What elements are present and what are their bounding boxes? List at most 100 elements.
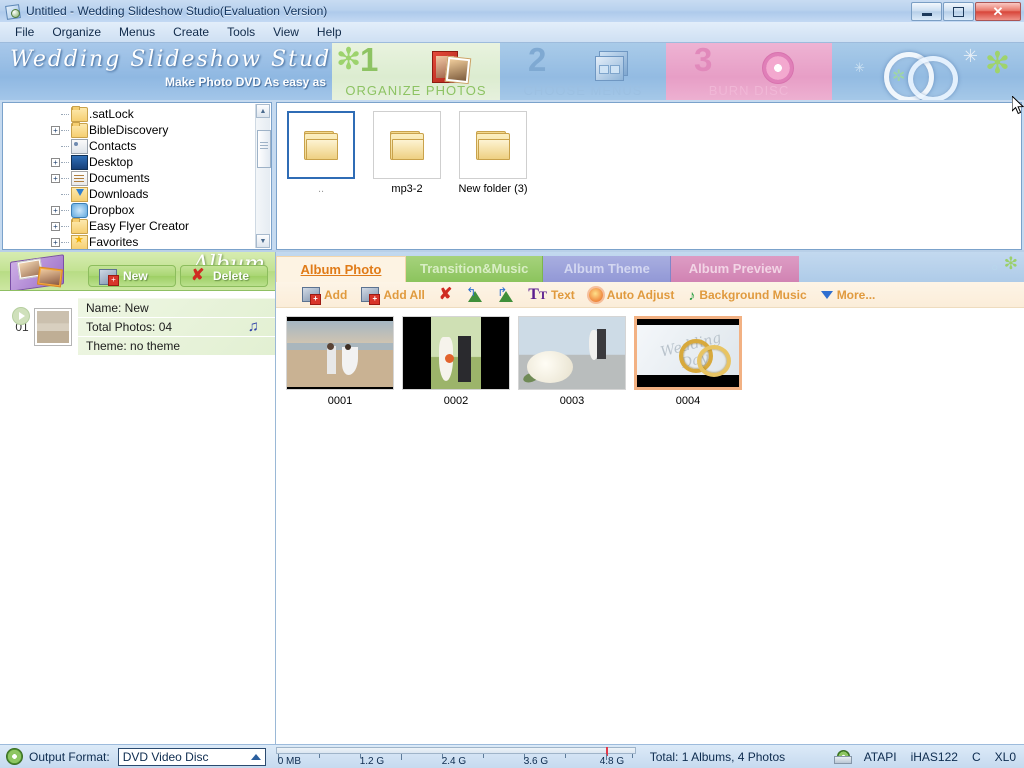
tab-transition-music[interactable]: Transition&Music [406, 256, 544, 282]
tab-decoration: ✻ ○ [960, 254, 1020, 278]
menu-bar: File Organize Menus Create Tools View He… [0, 22, 1024, 43]
tree-item-biblediscovery[interactable]: + BibleDiscovery [3, 121, 256, 138]
album-book-icon [6, 254, 78, 290]
photo-art-beach-couple [287, 317, 393, 389]
menus-icon [595, 51, 628, 81]
album-list: 01 Name: New Total Photos: 04 Theme: no … [0, 291, 275, 744]
expander-icon[interactable]: + [51, 237, 60, 247]
music-note-icon: ♪ [688, 286, 696, 303]
add-all-button[interactable]: + Add All [361, 286, 425, 305]
tree-item-contacts[interactable]: Contacts [3, 138, 256, 154]
browse-workspace: .satLock + BibleDiscovery Contacts + Des… [0, 100, 1024, 252]
drive-interface: ATAPI [863, 749, 897, 764]
album-name: Name: New [78, 299, 275, 318]
menu-create[interactable]: Create [164, 23, 218, 41]
tab-album-theme[interactable]: Album Theme [543, 256, 672, 282]
tab-album-photo[interactable]: Album Photo [276, 256, 406, 282]
tree-item-downloads[interactable]: Downloads [3, 186, 256, 202]
play-album-icon[interactable] [12, 307, 30, 325]
mouse-cursor [1012, 96, 1024, 116]
delete-photo-button[interactable]: ✘ [439, 286, 452, 302]
photo-thumbnail[interactable] [402, 316, 510, 390]
album-list-item[interactable]: 01 Name: New Total Photos: 04 Theme: no … [0, 298, 275, 356]
folder-thumbnail [373, 111, 441, 179]
more-button[interactable]: More... [820, 288, 875, 302]
photo-item[interactable]: 0003 [514, 316, 630, 407]
scrollbar-thumb[interactable] [257, 130, 271, 168]
step-organize-photos[interactable]: ✻ 1 ORGANIZE PHOTOS [332, 43, 500, 100]
gauge-tick-2: 2.4 G [441, 755, 467, 767]
close-button[interactable]: ✕ [975, 2, 1021, 21]
expander-icon[interactable]: + [51, 221, 60, 231]
photo-item[interactable]: 0001 [282, 316, 398, 407]
text-tt-icon: TT [528, 285, 547, 303]
menu-help[interactable]: Help [308, 23, 351, 41]
menu-tools[interactable]: Tools [218, 23, 264, 41]
output-format-select[interactable]: DVD Video Disc [117, 747, 266, 766]
add-button[interactable]: + Add [302, 286, 347, 305]
flower-icon: ✻ [1003, 254, 1018, 273]
menu-view[interactable]: View [264, 23, 308, 41]
background-music-button[interactable]: ♪ Background Music [688, 288, 806, 302]
photo-item-selected[interactable]: Wedding Day 0004 [630, 316, 746, 407]
banner-decoration: ✳ ✲ ✳ ✻ [832, 43, 1024, 100]
scroll-down-icon[interactable]: ▼ [256, 234, 270, 248]
photo-label: 0001 [327, 395, 353, 407]
desktop-icon [71, 154, 88, 170]
tree-item-satlock[interactable]: .satLock [3, 105, 256, 122]
step-number: 2 [528, 43, 547, 78]
maximize-button[interactable] [943, 2, 974, 21]
step-choose-menus[interactable]: 2 CHOOSE MENUS [500, 43, 666, 100]
minimize-button[interactable] [911, 2, 942, 21]
folder-browser-panel[interactable]: .. mp3-2 New folder (3) [276, 102, 1022, 250]
rotate-left-button[interactable]: ↰ [466, 286, 483, 302]
text-button[interactable]: TT Text [528, 285, 575, 303]
circle-icon: ○ [991, 262, 998, 274]
photo-item[interactable]: 0002 [398, 316, 514, 407]
photo-thumbnail[interactable]: Wedding Day [634, 316, 742, 390]
folder-item-label: mp3-2 [391, 183, 423, 195]
text-label: Text [550, 287, 575, 302]
expander-icon[interactable]: + [51, 205, 60, 215]
folder-icon [304, 131, 338, 160]
photo-grid[interactable]: 0001 0002 0003 Wedding Day 0004 [276, 308, 1024, 744]
tab-album-preview[interactable]: Album Preview [671, 256, 800, 282]
tree-item-desktop[interactable]: + Desktop [3, 154, 256, 170]
menu-organize[interactable]: Organize [43, 23, 110, 41]
folder-item-new-folder-3[interactable]: New folder (3) [457, 111, 529, 249]
flower-icon: ✻ [984, 47, 1010, 80]
expander-icon[interactable]: + [51, 157, 60, 167]
menu-file[interactable]: File [6, 23, 43, 41]
music-note-icon[interactable]: ♫ [248, 318, 259, 335]
expander-icon[interactable]: + [51, 173, 60, 183]
total-status-text: Total: 1 Albums, 4 Photos [649, 749, 786, 764]
photo-thumbnail[interactable] [518, 316, 626, 390]
folder-icon [71, 217, 88, 234]
tree-scrollbar[interactable]: ▲ ▼ [255, 104, 271, 248]
step-label: CHOOSE MENUS [523, 83, 643, 98]
scroll-up-icon[interactable]: ▲ [256, 104, 270, 118]
folder-item-parent[interactable]: .. [285, 111, 357, 249]
output-format-label: Output Format: [29, 749, 110, 764]
new-album-button[interactable]: + New [88, 265, 176, 287]
photo-thumbnail[interactable] [286, 316, 394, 390]
rotate-right-button[interactable]: ↱ [497, 286, 514, 302]
tree-item-dropbox[interactable]: + Dropbox [3, 202, 256, 218]
folder-item-mp3-2[interactable]: mp3-2 [371, 111, 443, 249]
brand-title: Wedding Slideshow Studio [10, 47, 356, 72]
auto-adjust-button[interactable]: Auto Adjust [588, 287, 674, 302]
step-burn-disc[interactable]: 3 BURN DISC [666, 43, 832, 100]
photo-art-garden-couple [403, 317, 509, 389]
contacts-icon [71, 138, 88, 154]
favorites-icon [71, 234, 88, 249]
folder-icon [71, 121, 88, 138]
folder-thumbnail [287, 111, 355, 179]
tree-item-easy-flyer-creator[interactable]: + Easy Flyer Creator [3, 217, 256, 234]
tree-item-documents[interactable]: + Documents [3, 170, 256, 186]
tree-item-favorites[interactable]: + Favorites [3, 234, 256, 249]
tree-item-label: Easy Flyer Creator [89, 219, 190, 233]
folder-tree-panel[interactable]: .satLock + BibleDiscovery Contacts + Des… [2, 102, 272, 250]
expander-icon[interactable]: + [51, 125, 60, 135]
delete-album-button[interactable]: ✘ Delete [180, 265, 268, 287]
menu-menus[interactable]: Menus [110, 23, 164, 41]
